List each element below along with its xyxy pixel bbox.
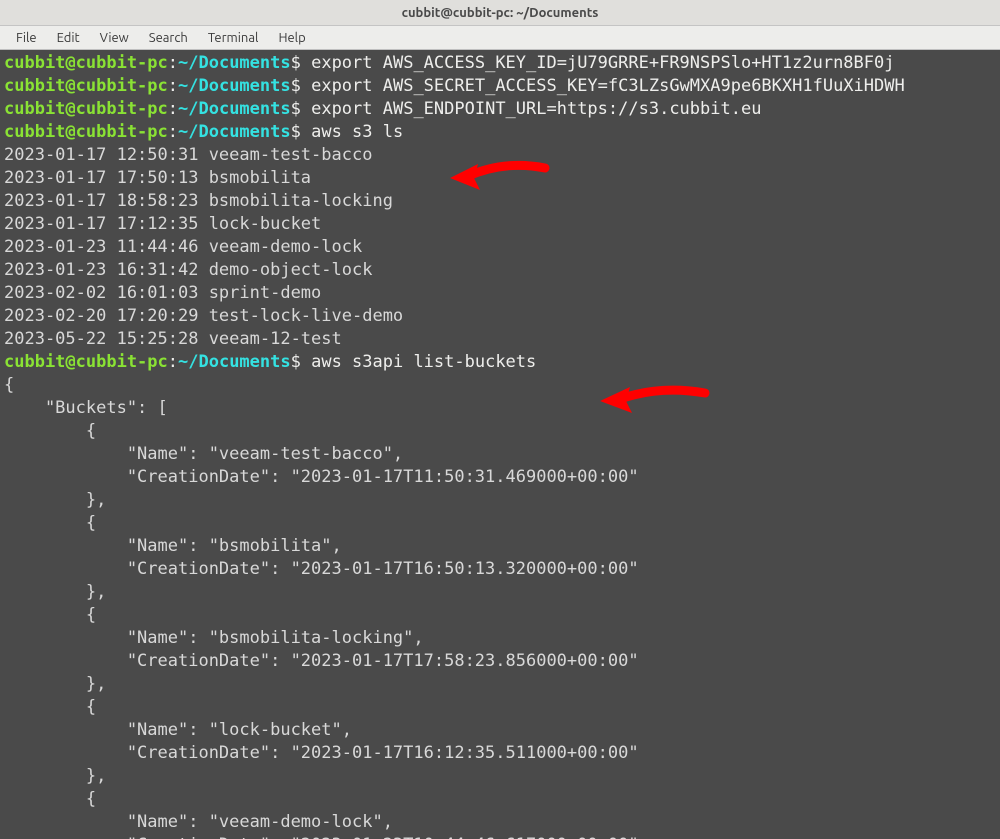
prompt-dollar: $ bbox=[291, 53, 311, 73]
line-cmd-ls: cubbit@cubbit-pc:~/Documents$ aws s3 ls bbox=[4, 121, 996, 144]
menu-view[interactable]: View bbox=[90, 31, 139, 45]
ls-line: 2023-01-23 16:31:42 demo-object-lock bbox=[4, 259, 996, 282]
json-line: { bbox=[4, 788, 996, 811]
ls-line: 2023-01-23 11:44:46 veeam-demo-lock bbox=[4, 236, 996, 259]
json-line: "Name": "lock-bucket", bbox=[4, 719, 996, 742]
json-line: { bbox=[4, 512, 996, 535]
json-line: "Name": "veeam-test-bacco", bbox=[4, 443, 996, 466]
ls-line: 2023-05-22 15:25:28 veeam-12-test bbox=[4, 328, 996, 351]
ls-line: 2023-02-02 16:01:03 sprint-demo bbox=[4, 282, 996, 305]
ls-line: 2023-01-17 17:50:13 bsmobilita bbox=[4, 167, 996, 190]
json-line: "Name": "bsmobilita", bbox=[4, 535, 996, 558]
ls-output: 2023-01-17 12:50:31 veeam-test-bacco2023… bbox=[4, 144, 996, 351]
menubar: File Edit View Search Terminal Help bbox=[0, 26, 1000, 50]
menu-file[interactable]: File bbox=[6, 31, 47, 45]
json-line: { bbox=[4, 420, 996, 443]
json-line: }, bbox=[4, 673, 996, 696]
prompt-dollar: $ bbox=[291, 99, 311, 119]
ls-line: 2023-01-17 17:12:35 lock-bucket bbox=[4, 213, 996, 236]
window-titlebar: cubbit@cubbit-pc: ~/Documents bbox=[0, 0, 1000, 26]
ls-line: 2023-01-17 12:50:31 veeam-test-bacco bbox=[4, 144, 996, 167]
json-buckets-key: "Buckets": [ bbox=[4, 397, 996, 420]
prompt-path: ~/Documents bbox=[178, 76, 291, 96]
prompt-user: cubbit@cubbit-pc bbox=[4, 122, 168, 142]
prompt-path: ~/Documents bbox=[178, 122, 291, 142]
prompt-path: ~/Documents bbox=[178, 53, 291, 73]
cmd-text-2: export AWS_SECRET_ACCESS_KEY=fC3LZsGwMXA… bbox=[311, 76, 905, 96]
prompt-colon: : bbox=[168, 76, 178, 96]
json-line: "CreationDate": "2023-01-23T10:44:46.617… bbox=[4, 834, 996, 839]
line-cmd-1: cubbit@cubbit-pc:~/Documents$ export AWS… bbox=[4, 52, 996, 75]
line-cmd-3: cubbit@cubbit-pc:~/Documents$ export AWS… bbox=[4, 98, 996, 121]
prompt-user: cubbit@cubbit-pc bbox=[4, 53, 168, 73]
cmd-text-api: aws s3api list-buckets bbox=[311, 352, 536, 372]
line-cmd-2: cubbit@cubbit-pc:~/Documents$ export AWS… bbox=[4, 75, 996, 98]
menu-help[interactable]: Help bbox=[268, 31, 315, 45]
json-line: "CreationDate": "2023-01-17T16:50:13.320… bbox=[4, 558, 996, 581]
json-line: { bbox=[4, 604, 996, 627]
json-line: }, bbox=[4, 765, 996, 788]
buckets-output: { "Name": "veeam-test-bacco", "CreationD… bbox=[4, 420, 996, 839]
cmd-text-ls: aws s3 ls bbox=[311, 122, 403, 142]
json-open-brace: { bbox=[4, 374, 996, 397]
prompt-colon: : bbox=[168, 99, 178, 119]
prompt-dollar: $ bbox=[291, 122, 311, 142]
cmd-text-1: export AWS_ACCESS_KEY_ID=jU79GRRE+FR9NSP… bbox=[311, 53, 894, 73]
prompt-user: cubbit@cubbit-pc bbox=[4, 352, 168, 372]
prompt-user: cubbit@cubbit-pc bbox=[4, 99, 168, 119]
json-line: { bbox=[4, 696, 996, 719]
terminal-area[interactable]: cubbit@cubbit-pc:~/Documents$ export AWS… bbox=[0, 50, 1000, 839]
menu-terminal[interactable]: Terminal bbox=[198, 31, 269, 45]
json-line: "Name": "bsmobilita-locking", bbox=[4, 627, 996, 650]
json-line: "CreationDate": "2023-01-17T17:58:23.856… bbox=[4, 650, 996, 673]
menu-edit[interactable]: Edit bbox=[47, 31, 90, 45]
window-title: cubbit@cubbit-pc: ~/Documents bbox=[402, 6, 599, 20]
json-line: }, bbox=[4, 489, 996, 512]
prompt-user: cubbit@cubbit-pc bbox=[4, 76, 168, 96]
prompt-dollar: $ bbox=[291, 352, 311, 372]
json-line: }, bbox=[4, 581, 996, 604]
json-line: "CreationDate": "2023-01-17T11:50:31.469… bbox=[4, 466, 996, 489]
ls-line: 2023-02-20 17:20:29 test-lock-live-demo bbox=[4, 305, 996, 328]
prompt-dollar: $ bbox=[291, 76, 311, 96]
line-cmd-api: cubbit@cubbit-pc:~/Documents$ aws s3api … bbox=[4, 351, 996, 374]
prompt-colon: : bbox=[168, 53, 178, 73]
json-line: "Name": "veeam-demo-lock", bbox=[4, 811, 996, 834]
prompt-path: ~/Documents bbox=[178, 352, 291, 372]
json-line: "CreationDate": "2023-01-17T16:12:35.511… bbox=[4, 742, 996, 765]
prompt-colon: : bbox=[168, 122, 178, 142]
ls-line: 2023-01-17 18:58:23 bsmobilita-locking bbox=[4, 190, 996, 213]
prompt-path: ~/Documents bbox=[178, 99, 291, 119]
menu-search[interactable]: Search bbox=[139, 31, 198, 45]
cmd-text-3: export AWS_ENDPOINT_URL=https://s3.cubbi… bbox=[311, 99, 761, 119]
prompt-colon: : bbox=[168, 352, 178, 372]
